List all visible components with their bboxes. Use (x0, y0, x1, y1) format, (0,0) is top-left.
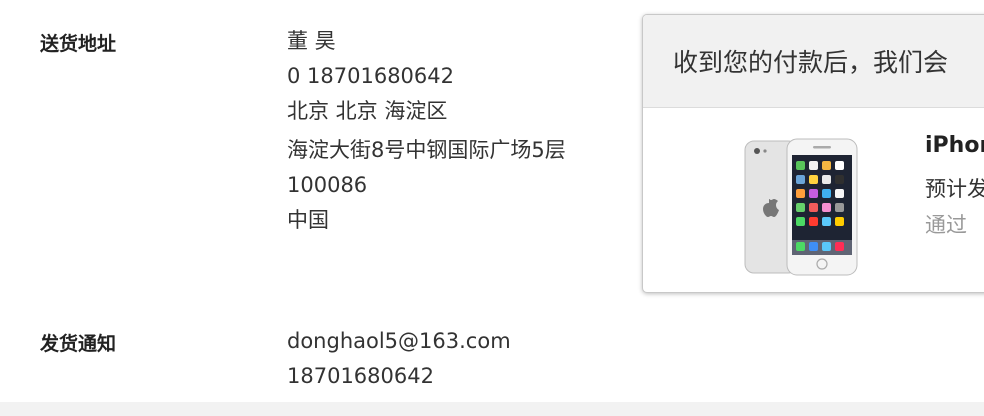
notification-block: donghaol5@163.com 18701680642 (287, 324, 511, 394)
address-region: 北京 北京 海淀区 (287, 99, 448, 123)
address-country: 中国 (287, 208, 329, 232)
notification-email: donghaol5@163.com (287, 329, 511, 353)
ship-method: 通过 (925, 213, 967, 237)
shipping-address-label: 送货地址 (40, 33, 117, 55)
address-street: 海淀大街8号中钢国际广场5层 (287, 138, 566, 162)
shipping-notification-label: 发货通知 (40, 333, 117, 355)
order-card-header: 收到您的付款后，我们会 (643, 15, 984, 108)
shipping-address-block: 董 昊 0 18701680642 北京 北京 海淀区 海淀大街8号中钢国际广场… (287, 24, 587, 238)
product-image (744, 138, 858, 276)
recipient-phone: 0 18701680642 (287, 64, 455, 88)
order-summary-card: 收到您的付款后，我们会 iPho 预计发 通过 (642, 14, 984, 293)
address-postal-code: 100086 (287, 173, 368, 197)
ship-estimate: 预计发 (925, 177, 984, 201)
page-footer-strip (0, 402, 984, 416)
product-name: iPhon (925, 133, 984, 158)
recipient-name: 董 昊 (287, 29, 336, 53)
notification-phone: 18701680642 (287, 364, 434, 388)
